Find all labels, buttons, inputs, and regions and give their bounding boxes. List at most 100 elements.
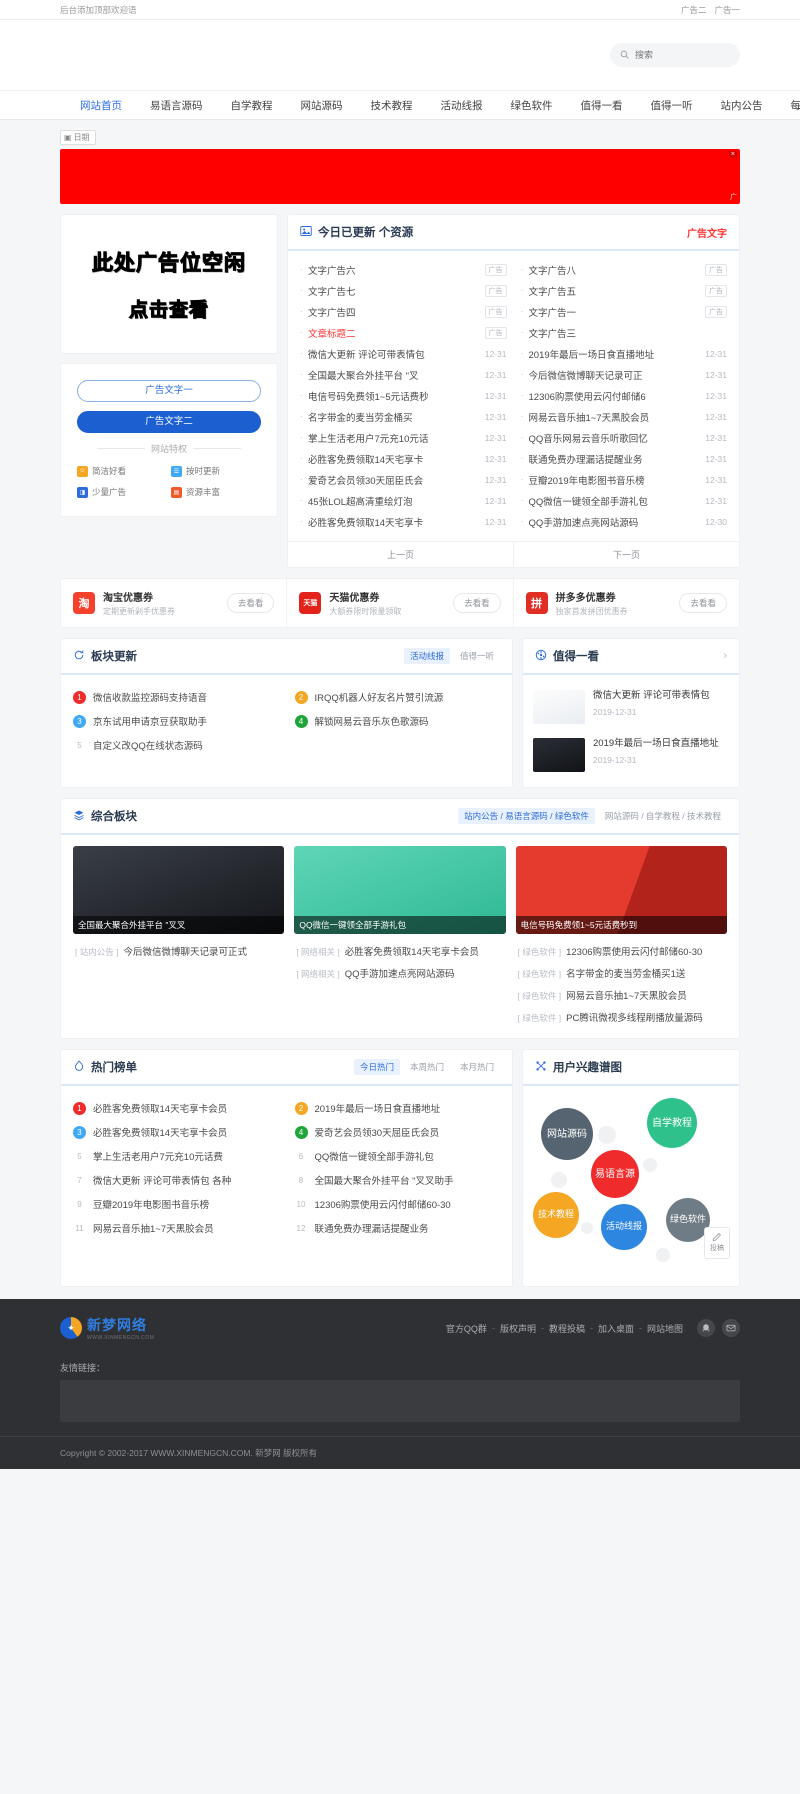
interest-bubble-1[interactable]: 自学教程 (647, 1098, 697, 1148)
qq-icon[interactable] (697, 1319, 715, 1337)
free-ad-slot[interactable]: 此处广告位空闲 点击查看 (60, 214, 278, 354)
today-ad-label[interactable]: 广告文字 (687, 225, 727, 240)
news-title[interactable]: 掌上生活老用户7元充10元话 (308, 431, 480, 445)
news-title[interactable]: 微信大更新 评论可带表情包 (308, 347, 480, 361)
footer-nav-item-1[interactable]: 版权声明 (500, 1322, 536, 1335)
news-title[interactable]: 文章标题二 (308, 326, 480, 340)
footer-nav-item-3[interactable]: 加入桌面 (598, 1322, 634, 1335)
news-title[interactable]: 网易云音乐抽1~7天黑胶会员 (529, 410, 701, 424)
interest-bubble-4[interactable]: 活动线报 (601, 1204, 647, 1250)
mail-icon[interactable] (722, 1319, 740, 1337)
news-title[interactable]: 全国最大聚合外挂平台 "叉 (308, 368, 480, 382)
footer-nav-item-2[interactable]: 教程投稿 (549, 1322, 585, 1335)
news-title[interactable]: 文字广告七 (308, 284, 480, 298)
hot-item-title[interactable]: 掌上生活老用户7元充10元话费 (93, 1149, 223, 1163)
topbar-link-2[interactable]: 广告一 (714, 4, 740, 16)
news-title[interactable]: 45张LOL超高清重绘灯泡 (308, 494, 480, 508)
search-input[interactable] (635, 50, 730, 60)
board-item-title[interactable]: 微信收款监控源码支持语音 (93, 690, 207, 704)
comp-tab-1[interactable]: 网站源码 / 自学教程 / 技术教程 (599, 808, 727, 824)
news-title[interactable]: QQ手游加速点亮网站源码 (529, 515, 701, 529)
comprehensive-thumbnail-1[interactable]: QQ微信一键领全部手游礼包 (294, 846, 505, 934)
nav-item-4[interactable]: 技术教程 (357, 91, 427, 121)
hot-tab-0[interactable]: 今日热门 (354, 1059, 400, 1075)
board-item-title[interactable]: 京东试用申请京豆获取助手 (93, 714, 207, 728)
board-item-title[interactable]: 自定义改QQ在线状态源码 (93, 738, 203, 752)
chevron-right-icon[interactable]: › (723, 650, 727, 662)
topbar-link-1[interactable]: 广告二 (681, 4, 707, 16)
nav-item-0[interactable]: 网站首页 (60, 91, 136, 121)
news-title[interactable]: 爱奇艺会员领30天屈臣氏会 (308, 473, 480, 487)
ad-button-outline[interactable]: 广告文字一 (77, 380, 261, 402)
hot-item-title[interactable]: 2019年最后一场日食直播地址 (315, 1101, 441, 1115)
footer-nav-item-4[interactable]: 网站地图 (647, 1322, 683, 1335)
news-title[interactable]: 文字广告四 (308, 305, 480, 319)
news-title[interactable]: 必胜客免费领取14天宅享卡 (308, 515, 480, 529)
close-icon[interactable]: × (729, 151, 737, 158)
next-page-button[interactable]: 下一页 (514, 542, 739, 567)
watch-title[interactable]: 2019年最后一场日食直播地址 (593, 738, 719, 750)
news-title[interactable]: 名字带金的麦当劳金桶买 (308, 410, 480, 424)
comp-tab-0[interactable]: 站内公告 / 易语言源码 / 绿色软件 (458, 808, 595, 824)
hot-tab-1[interactable]: 本周热门 (404, 1059, 450, 1075)
prev-page-button[interactable]: 上一页 (288, 542, 514, 567)
watch-title[interactable]: 微信大更新 评论可带表情包 (593, 690, 710, 702)
ad-button-solid[interactable]: 广告文字二 (77, 411, 261, 433)
search-box[interactable] (610, 43, 740, 67)
news-title[interactable]: QQ音乐网易云音乐听歌回忆 (529, 431, 701, 445)
interest-bubble-0[interactable]: 网站源码 (541, 1108, 593, 1160)
news-title[interactable]: 今后微信微博聊天记录可正 (529, 368, 701, 382)
comprehensive-item-title[interactable]: QQ手游加速点亮网站源码 (345, 966, 455, 980)
comprehensive-thumbnail-2[interactable]: 电信号码免费领1~5元话费秒到 (516, 846, 727, 934)
hot-item-title[interactable]: 爱奇艺会员领30天屈臣氏会员 (315, 1125, 440, 1139)
news-title[interactable]: 联通免费办理漏话提醒业务 (529, 452, 701, 466)
banner-ad[interactable]: × 广 (60, 149, 740, 204)
nav-item-8[interactable]: 值得一听 (637, 91, 707, 121)
interest-bubble-3[interactable]: 技术教程 (533, 1192, 579, 1238)
news-title[interactable]: 电信号码免费领1~5元话费秒 (308, 389, 480, 403)
news-title[interactable]: 文字广告六 (308, 263, 480, 277)
news-title[interactable]: QQ微信一键领全部手游礼包 (529, 494, 701, 508)
interest-bubble-2[interactable]: 易语言源 (591, 1150, 639, 1198)
comprehensive-item-title[interactable]: PC腾讯微视多线程刷播放量源码 (566, 1010, 703, 1024)
footer-nav-item-0[interactable]: 官方QQ群 (446, 1322, 487, 1335)
hot-item-title[interactable]: 豆瓣2019年电影图书音乐榜 (93, 1197, 209, 1211)
board-item-title[interactable]: IRQQ机器人好友名片赞引流源 (315, 690, 444, 704)
news-title[interactable]: 12306购票使用云闪付邮储6 (529, 389, 701, 403)
watch-item-0[interactable]: 微信大更新 评论可带表情包2019-12-31 (533, 683, 729, 731)
hot-item-title[interactable]: 联通免费办理漏话提醒业务 (315, 1221, 429, 1235)
news-title[interactable]: 文字广告八 (529, 263, 701, 277)
hot-item-title[interactable]: 微信大更新 评论可带表情包 各种 (93, 1173, 231, 1187)
hot-item-title[interactable]: 网易云音乐抽1~7天黑胶会员 (93, 1221, 214, 1235)
hot-item-title[interactable]: 全国最大聚合外挂平台 "叉叉助手 (315, 1173, 454, 1187)
nav-item-5[interactable]: 活动线报 (427, 91, 497, 121)
hot-item-title[interactable]: 必胜客免费领取14天宅享卡会员 (93, 1101, 227, 1115)
comprehensive-item-title[interactable]: 网易云音乐抽1~7天黑胶会员 (566, 988, 687, 1002)
board-tab-0[interactable]: 活动线报 (404, 648, 450, 664)
news-title[interactable]: 文字广告三 (529, 326, 728, 340)
board-item-title[interactable]: 解锁网易云音乐灰色歌源码 (315, 714, 429, 728)
news-title[interactable]: 豆瓣2019年电影图书音乐榜 (529, 473, 701, 487)
nav-item-7[interactable]: 值得一看 (567, 91, 637, 121)
news-title[interactable]: 2019年最后一场日食直播地址 (529, 347, 701, 361)
nav-item-9[interactable]: 站内公告 (707, 91, 777, 121)
news-title[interactable]: 必胜客免费领取14天宅享卡 (308, 452, 480, 466)
coupon-go-button-2[interactable]: 去看看 (679, 593, 727, 613)
hot-tab-2[interactable]: 本月热门 (454, 1059, 500, 1075)
comprehensive-item-title[interactable]: 今后微信微博聊天记录可正式 (123, 944, 247, 958)
hot-item-title[interactable]: QQ微信一键领全部手游礼包 (315, 1149, 434, 1163)
comprehensive-item-title[interactable]: 必胜客免费领取14天宅享卡会员 (345, 944, 479, 958)
hot-item-title[interactable]: 必胜客免费领取14天宅享卡会员 (93, 1125, 227, 1139)
coupon-go-button-0[interactable]: 去看看 (227, 593, 275, 613)
comprehensive-item-title[interactable]: 名字带金的麦当劳金桶买1送 (566, 966, 685, 980)
nav-item-1[interactable]: 易语言源码 (136, 91, 217, 121)
watch-item-1[interactable]: 2019年最后一场日食直播地址2019-12-31 (533, 731, 729, 779)
nav-item-10[interactable]: 每日必买 (777, 91, 800, 121)
nav-item-6[interactable]: 绿色软件 (497, 91, 567, 121)
coupon-go-button-1[interactable]: 去看看 (453, 593, 501, 613)
news-title[interactable]: 文字广告一 (529, 305, 701, 319)
news-title[interactable]: 文字广告五 (529, 284, 701, 298)
feedback-button[interactable]: 投稿 (704, 1227, 730, 1259)
board-tab-1[interactable]: 值得一听 (454, 648, 500, 664)
hot-item-title[interactable]: 12306购票使用云闪付邮储60-30 (315, 1197, 451, 1211)
